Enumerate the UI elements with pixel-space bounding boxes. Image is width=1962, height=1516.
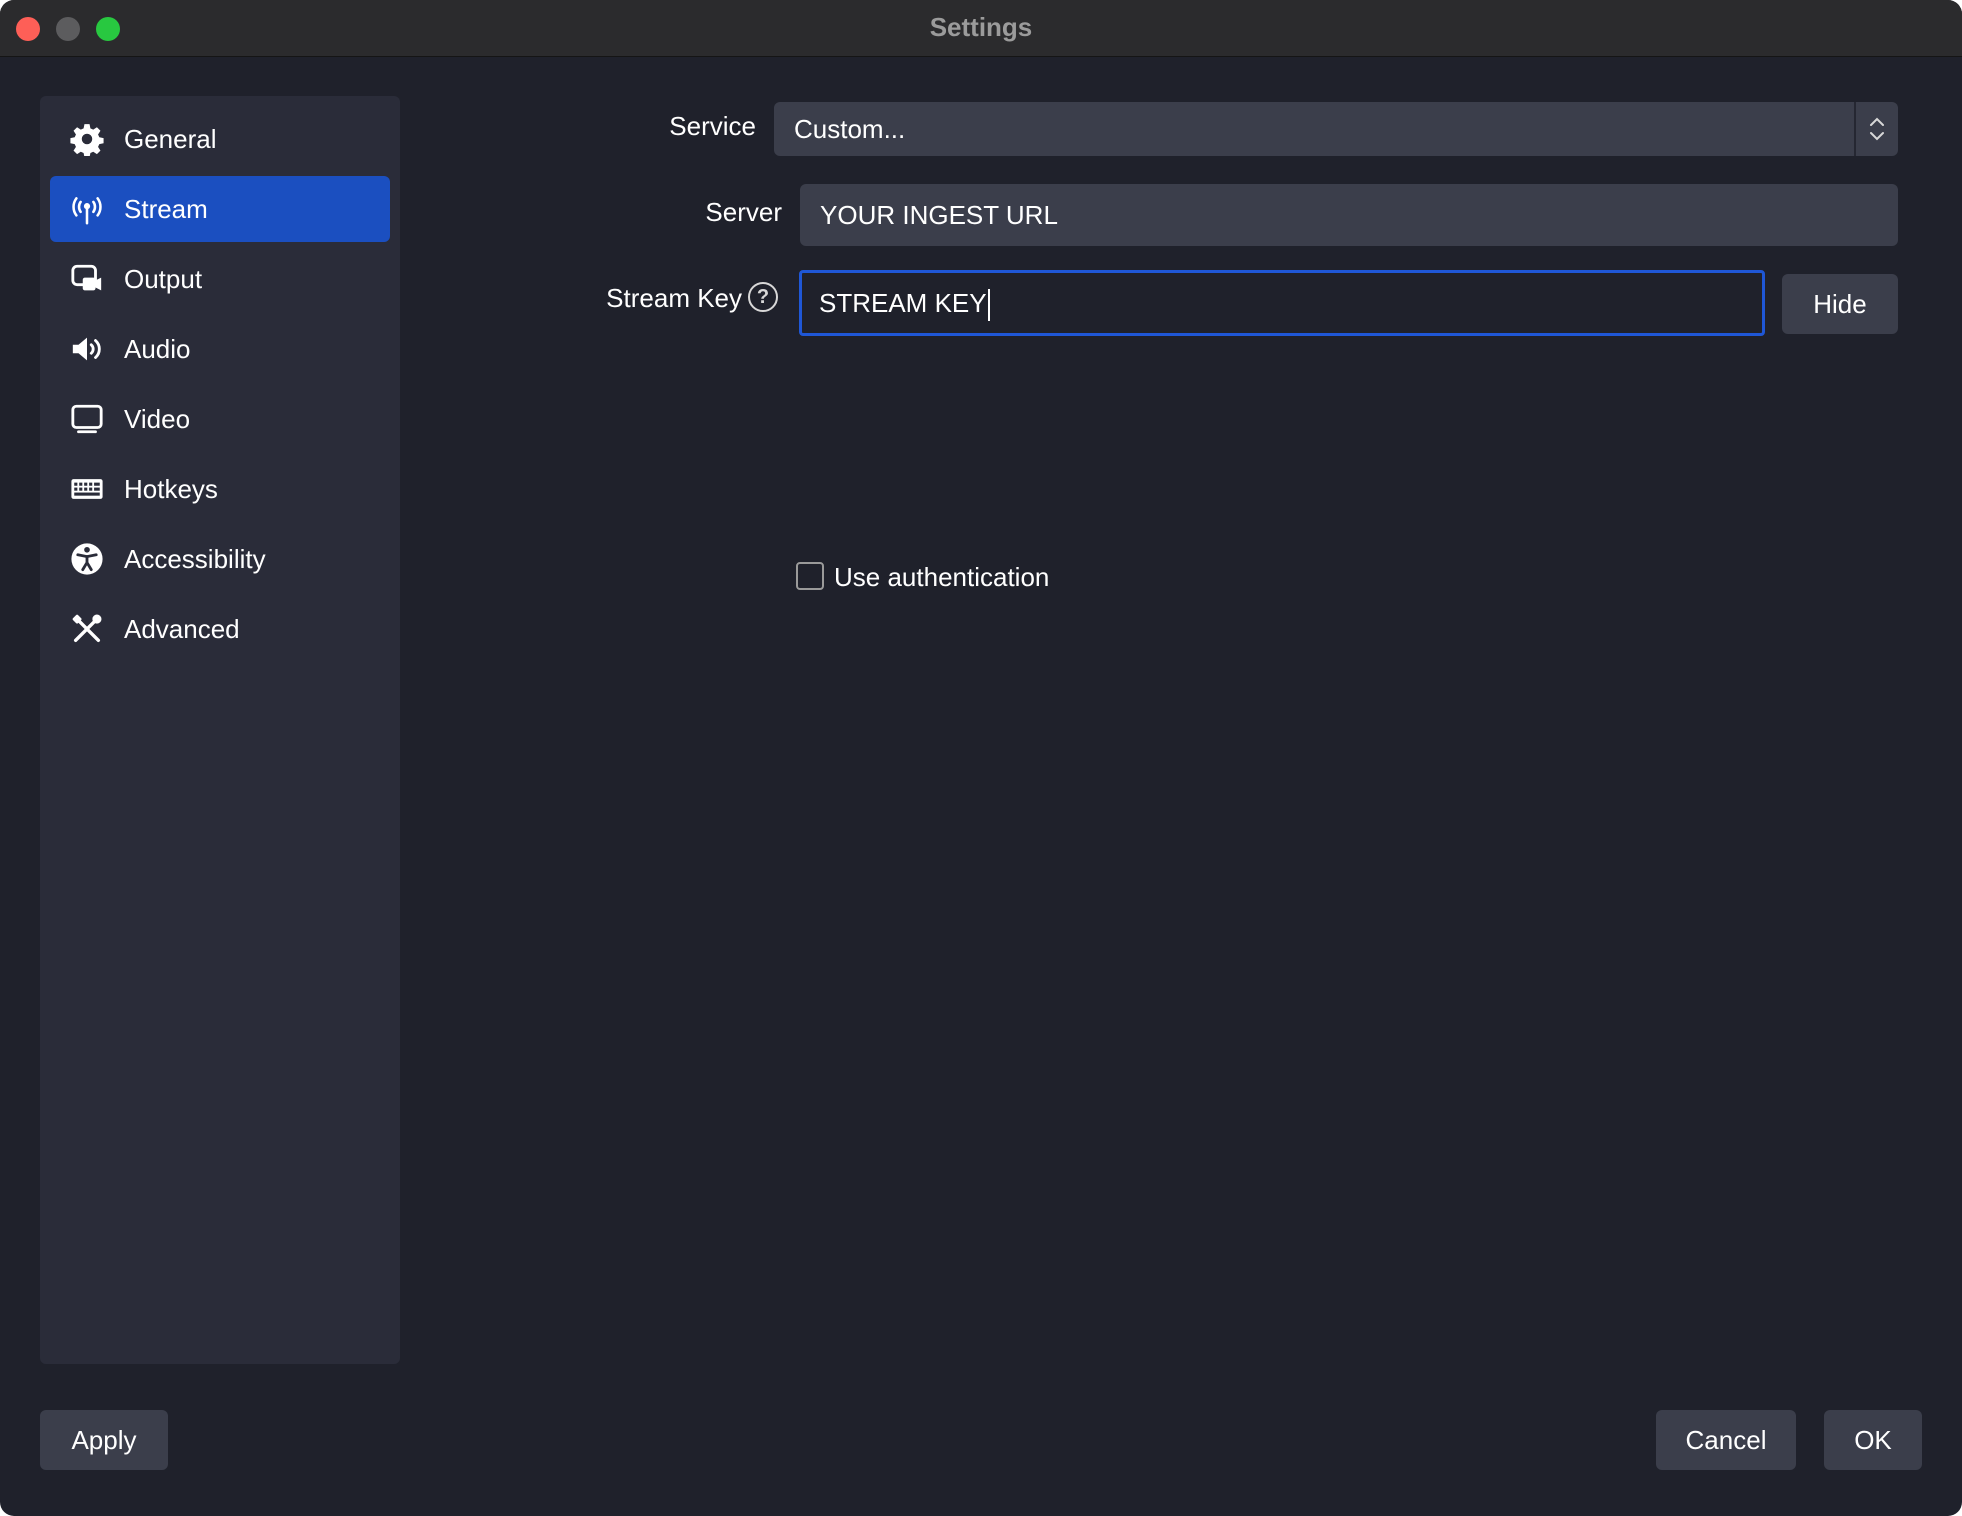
sidebar-item-label: Output (124, 264, 203, 294)
stream-key-input[interactable]: STREAM KEY (799, 270, 1765, 336)
sidebar-item-label: Accessibility (124, 544, 266, 574)
speaker-icon (72, 337, 101, 361)
title-bar: Settings (0, 0, 1962, 57)
cancel-button[interactable]: Cancel (1656, 1410, 1796, 1470)
help-icon[interactable]: ? (748, 282, 778, 312)
sidebar-item-audio[interactable]: Audio (50, 316, 390, 382)
sidebar-item-label: Hotkeys (124, 474, 218, 504)
sidebar-item-stream[interactable]: Stream (50, 176, 390, 242)
service-select-value: Custom... (794, 114, 906, 144)
sidebar-item-general[interactable]: General (50, 106, 390, 172)
sidebar-item-hotkeys[interactable]: Hotkeys (50, 456, 390, 522)
text-caret (987, 289, 990, 322)
stream-key-label: Stream Key (606, 283, 742, 313)
select-arrows-icon (1854, 102, 1898, 156)
sidebar-item-advanced[interactable]: Advanced (50, 596, 390, 662)
sidebar-item-label: General (124, 124, 217, 154)
sidebar-item-label: Audio (124, 334, 191, 364)
settings-window: Settings General Stream Output Audio Vid… (0, 0, 1962, 1516)
service-select[interactable]: Custom... (774, 102, 1898, 156)
server-label: Server (705, 197, 782, 227)
keyboard-icon (71, 479, 103, 499)
accessibility-icon (71, 543, 103, 575)
sidebar-item-label: Advanced (124, 614, 240, 644)
sidebar-item-video[interactable]: Video (50, 386, 390, 452)
service-label: Service (669, 111, 756, 141)
gear-icon (70, 124, 104, 156)
sidebar-item-label: Video (124, 404, 191, 434)
monitor-icon (71, 404, 103, 434)
ok-button[interactable]: OK (1824, 1410, 1922, 1470)
output-icon (71, 264, 102, 291)
sidebar-item-label: Stream (124, 194, 208, 224)
sidebar-item-output[interactable]: Output (50, 246, 390, 312)
apply-button[interactable]: Apply (40, 1410, 168, 1470)
use-authentication-label[interactable]: Use authentication (834, 560, 1134, 594)
settings-sidebar: General Stream Output Audio Video Hotkey… (40, 96, 400, 1364)
server-input[interactable]: YOUR INGEST URL (800, 184, 1898, 246)
sidebar-item-accessibility[interactable]: Accessibility (50, 526, 390, 592)
use-authentication-checkbox[interactable] (796, 562, 824, 590)
stream-key-value: STREAM KEY (819, 288, 987, 318)
antenna-icon (72, 197, 102, 225)
tools-icon (72, 614, 102, 643)
hide-key-button[interactable]: Hide (1782, 274, 1898, 334)
window-title: Settings (929, 12, 1033, 42)
